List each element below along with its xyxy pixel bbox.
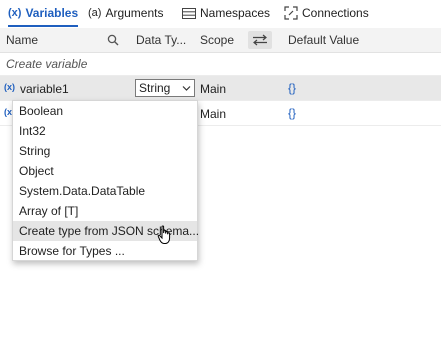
default-value-button[interactable]: {} (288, 106, 296, 120)
column-header-default-value[interactable]: Default Value (288, 33, 359, 47)
tab-connections[interactable]: Connections (284, 4, 369, 22)
search-icon[interactable] (106, 31, 120, 49)
tab-arguments-label: Arguments (105, 6, 164, 20)
variable-icon: (x) (4, 82, 15, 92)
option-label: Boolean (19, 104, 64, 118)
tab-connections-label: Connections (302, 6, 369, 20)
variable-scope[interactable]: Main (200, 82, 226, 96)
dropdown-option-int32[interactable]: Int32 (13, 121, 197, 141)
data-type-value: String (139, 81, 171, 95)
column-header-scope[interactable]: Scope (200, 33, 234, 47)
tab-namespaces-label: Namespaces (200, 6, 271, 20)
grid-header: Name Data Ty... Scope Default Value (0, 28, 441, 53)
connections-icon (284, 6, 298, 20)
table-row[interactable]: (x) variable1 String Main {} (0, 76, 441, 101)
column-header-data-type[interactable]: Data Ty... (136, 33, 186, 47)
tab-variables-label: Variables (25, 6, 79, 20)
variable-scope[interactable]: Main (200, 107, 226, 121)
option-label: Int32 (19, 124, 46, 138)
dropdown-option-object[interactable]: Object (13, 161, 197, 181)
variable-name[interactable]: variable1 (20, 82, 69, 96)
create-variable-row[interactable]: Create variable (0, 53, 441, 76)
chevron-down-icon (182, 86, 191, 91)
arguments-icon: (a) (88, 7, 102, 19)
dropdown-option-string[interactable]: String (13, 141, 197, 161)
tab-namespaces[interactable]: Namespaces (182, 4, 270, 22)
dropdown-option-boolean[interactable]: Boolean (13, 101, 197, 121)
namespaces-icon (182, 7, 196, 19)
create-variable-label: Create variable (6, 57, 88, 71)
tab-variables[interactable]: (x) Variables (8, 4, 78, 22)
data-type-select[interactable]: String (135, 79, 195, 97)
tab-bar: (x) Variables (a) Arguments Namespaces C… (0, 0, 441, 27)
tab-arguments[interactable]: (a) Arguments (88, 4, 163, 22)
active-tab-indicator (8, 25, 78, 27)
option-label: System.Data.DataTable (19, 184, 146, 198)
option-label: Object (19, 164, 54, 178)
option-label: String (19, 144, 51, 158)
option-label: Array of [T] (19, 204, 79, 218)
swap-arrows-icon[interactable] (248, 31, 272, 49)
dropdown-option-array[interactable]: Array of [T] (13, 201, 197, 221)
column-header-name[interactable]: Name (6, 33, 38, 47)
default-value-button[interactable]: {} (288, 81, 296, 95)
variables-icon: (x) (8, 7, 22, 19)
hand-pointer-cursor-icon (157, 225, 171, 244)
dropdown-option-datatable[interactable]: System.Data.DataTable (13, 181, 197, 201)
option-label: Browse for Types ... (19, 244, 125, 258)
